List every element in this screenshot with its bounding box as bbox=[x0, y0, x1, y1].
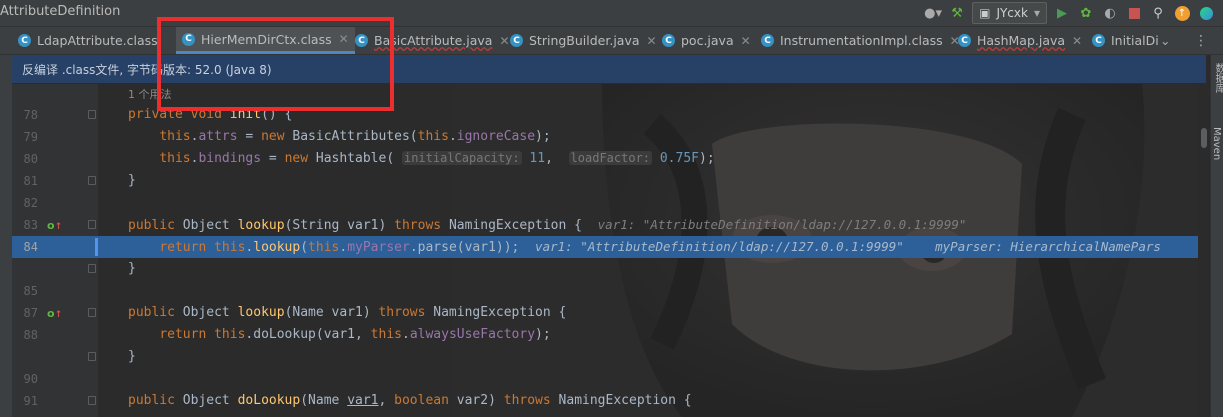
tab-poc[interactable]: C poc.java ✕ bbox=[662, 27, 751, 54]
code-line[interactable]: 83 o↑ public Object lookup(String var1) … bbox=[12, 214, 1210, 236]
code-text: this.attrs = new BasicAttributes(this.ig… bbox=[159, 129, 551, 144]
class-file-icon: C bbox=[958, 34, 971, 47]
tab-label: InitialDi bbox=[1111, 33, 1159, 48]
line-number: 87 bbox=[23, 306, 38, 320]
tool-window-maven[interactable]: Maven bbox=[1211, 127, 1222, 160]
line-number: 83 bbox=[23, 218, 38, 232]
class-file-icon: C bbox=[510, 34, 523, 47]
line-number: 91 bbox=[23, 394, 38, 408]
code-line[interactable]: } bbox=[12, 346, 1210, 368]
tab-label: InstrumentationImpl.class bbox=[780, 33, 943, 48]
run-config-label: JYcxk bbox=[996, 6, 1028, 20]
tab-initialdircontext[interactable]: C InitialDi bbox=[1092, 27, 1159, 54]
code-text: } bbox=[128, 349, 136, 364]
debug-inline-value: var1: "AttributeDefinition/ldap://127.0.… bbox=[597, 217, 967, 232]
fold-icon[interactable] bbox=[88, 264, 96, 273]
line-number: 81 bbox=[23, 174, 38, 188]
fold-icon[interactable] bbox=[88, 110, 96, 119]
close-icon[interactable]: ✕ bbox=[647, 34, 657, 48]
tab-label: poc.java bbox=[681, 33, 734, 48]
line-number: 88 bbox=[23, 328, 38, 342]
tab-hashmap[interactable]: C HashMap.java ✕ bbox=[958, 27, 1082, 54]
code-line[interactable]: 79 this.attrs = new BasicAttributes(this… bbox=[12, 126, 1210, 148]
fold-icon[interactable] bbox=[88, 176, 96, 185]
line-number: 84 bbox=[23, 240, 38, 254]
debug-inline-value: myParser: HierarchicalNamePars bbox=[935, 239, 1161, 254]
debug-icon[interactable]: ✿ bbox=[1077, 4, 1095, 22]
tab-ldapattribute[interactable]: C LdapAttribute.class bbox=[18, 27, 158, 54]
parameter-hint: initialCapacity: bbox=[401, 151, 522, 165]
code-text: return this.lookup(this.myParser.parse(v… bbox=[159, 239, 1161, 255]
chevron-down-icon: ▾ bbox=[1033, 6, 1040, 20]
line-number: 80 bbox=[23, 152, 38, 166]
code-text: return this.doLookup(var1, this.alwaysUs… bbox=[159, 327, 551, 342]
line-number: 78 bbox=[23, 108, 38, 122]
code-line[interactable]: 85 bbox=[12, 280, 1210, 302]
code-line[interactable]: 80 this.bindings = new Hashtable( initia… bbox=[12, 148, 1210, 170]
override-marker-icon[interactable]: o↑ bbox=[47, 219, 62, 232]
scrollbar-thumb[interactable] bbox=[1201, 128, 1207, 148]
code-text: this.bindings = new Hashtable( initialCa… bbox=[159, 151, 715, 166]
tab-instrumentationimpl[interactable]: C InstrumentationImpl.class ✕ bbox=[761, 27, 960, 54]
tab-stringbuilder[interactable]: C StringBuilder.java ✕ bbox=[510, 27, 657, 54]
class-file-icon: C bbox=[662, 34, 675, 47]
code-line[interactable]: 88 return this.doLookup(var1, this.alway… bbox=[12, 324, 1210, 346]
run-config-select[interactable]: ▣ JYcxk ▾ bbox=[972, 2, 1047, 24]
line-number: 79 bbox=[23, 130, 38, 144]
execution-point-marker bbox=[95, 238, 98, 256]
coverage-icon[interactable]: ◐ bbox=[1101, 4, 1119, 22]
close-icon[interactable]: ✕ bbox=[499, 34, 509, 48]
code-line[interactable]: 90 bbox=[12, 368, 1210, 390]
code-text: } bbox=[128, 173, 136, 188]
code-text: public Object lookup(String var1) throws… bbox=[128, 217, 967, 233]
fold-icon[interactable] bbox=[88, 396, 96, 405]
run-icon[interactable]: ▶ bbox=[1053, 4, 1071, 22]
class-file-icon: C bbox=[1092, 34, 1105, 47]
close-icon[interactable]: ✕ bbox=[1072, 34, 1082, 48]
code-line[interactable]: 81 } bbox=[12, 170, 1210, 192]
code-line[interactable]: 87 o↑ public Object lookup(Name var1) th… bbox=[12, 302, 1210, 324]
tab-overflow-chevron-icon[interactable]: ⌄ bbox=[1160, 27, 1170, 54]
code-line[interactable]: } bbox=[12, 258, 1210, 280]
fold-icon[interactable] bbox=[88, 352, 96, 361]
window-title: AttributeDefinition bbox=[0, 4, 121, 19]
line-number: 90 bbox=[23, 372, 38, 386]
plugin-icon[interactable] bbox=[1197, 4, 1215, 22]
line-number: 85 bbox=[23, 284, 38, 298]
fold-icon[interactable] bbox=[88, 220, 96, 229]
code-text: public Object doLookup(Name var1, boolea… bbox=[128, 393, 692, 408]
debug-inline-value: var1: "AttributeDefinition/ldap://127.0.… bbox=[535, 239, 904, 254]
close-icon[interactable]: ✕ bbox=[741, 34, 751, 48]
tool-window-database[interactable]: 数据库 bbox=[1211, 63, 1223, 93]
code-text: public Object lookup(Name var1) throws N… bbox=[128, 305, 567, 320]
class-file-icon: C bbox=[18, 34, 31, 47]
update-icon[interactable]: ↑ bbox=[1173, 4, 1191, 22]
parameter-hint: loadFactor: bbox=[568, 151, 653, 165]
build-hammer-icon[interactable]: ⚒ bbox=[948, 4, 966, 22]
code-text: } bbox=[128, 261, 136, 276]
override-marker-icon[interactable]: o↑ bbox=[47, 307, 62, 320]
right-tool-window-strip: 数据库 Maven bbox=[1210, 55, 1223, 417]
tab-label: HashMap.java bbox=[977, 33, 1066, 48]
more-options-icon[interactable]: ⋮ bbox=[1194, 27, 1208, 54]
tab-label: LdapAttribute.class bbox=[37, 33, 158, 48]
class-file-icon: C bbox=[761, 34, 774, 47]
search-icon[interactable]: ⚲ bbox=[1149, 4, 1167, 22]
code-line-current[interactable]: 84 return this.lookup(this.myParser.pars… bbox=[12, 236, 1210, 258]
user-icon[interactable]: ●▾ bbox=[924, 4, 942, 22]
fold-icon[interactable] bbox=[88, 308, 96, 317]
code-line[interactable]: 91 public Object doLookup(Name var1, boo… bbox=[12, 390, 1210, 412]
line-number: 82 bbox=[23, 196, 38, 210]
run-config-icon: ▣ bbox=[979, 6, 991, 20]
code-editor[interactable]: 1 个用法 78 private void init() { 79 this.a… bbox=[12, 84, 1210, 417]
code-line[interactable]: 82 bbox=[12, 192, 1210, 214]
toolbar-right: ●▾ ⚒ ▣ JYcxk ▾ ▶ ✿ ◐ ⚲ ↑ bbox=[924, 2, 1215, 24]
annotation-highlight-box bbox=[157, 17, 394, 111]
stop-icon[interactable] bbox=[1125, 4, 1143, 22]
tab-label: StringBuilder.java bbox=[529, 33, 640, 48]
